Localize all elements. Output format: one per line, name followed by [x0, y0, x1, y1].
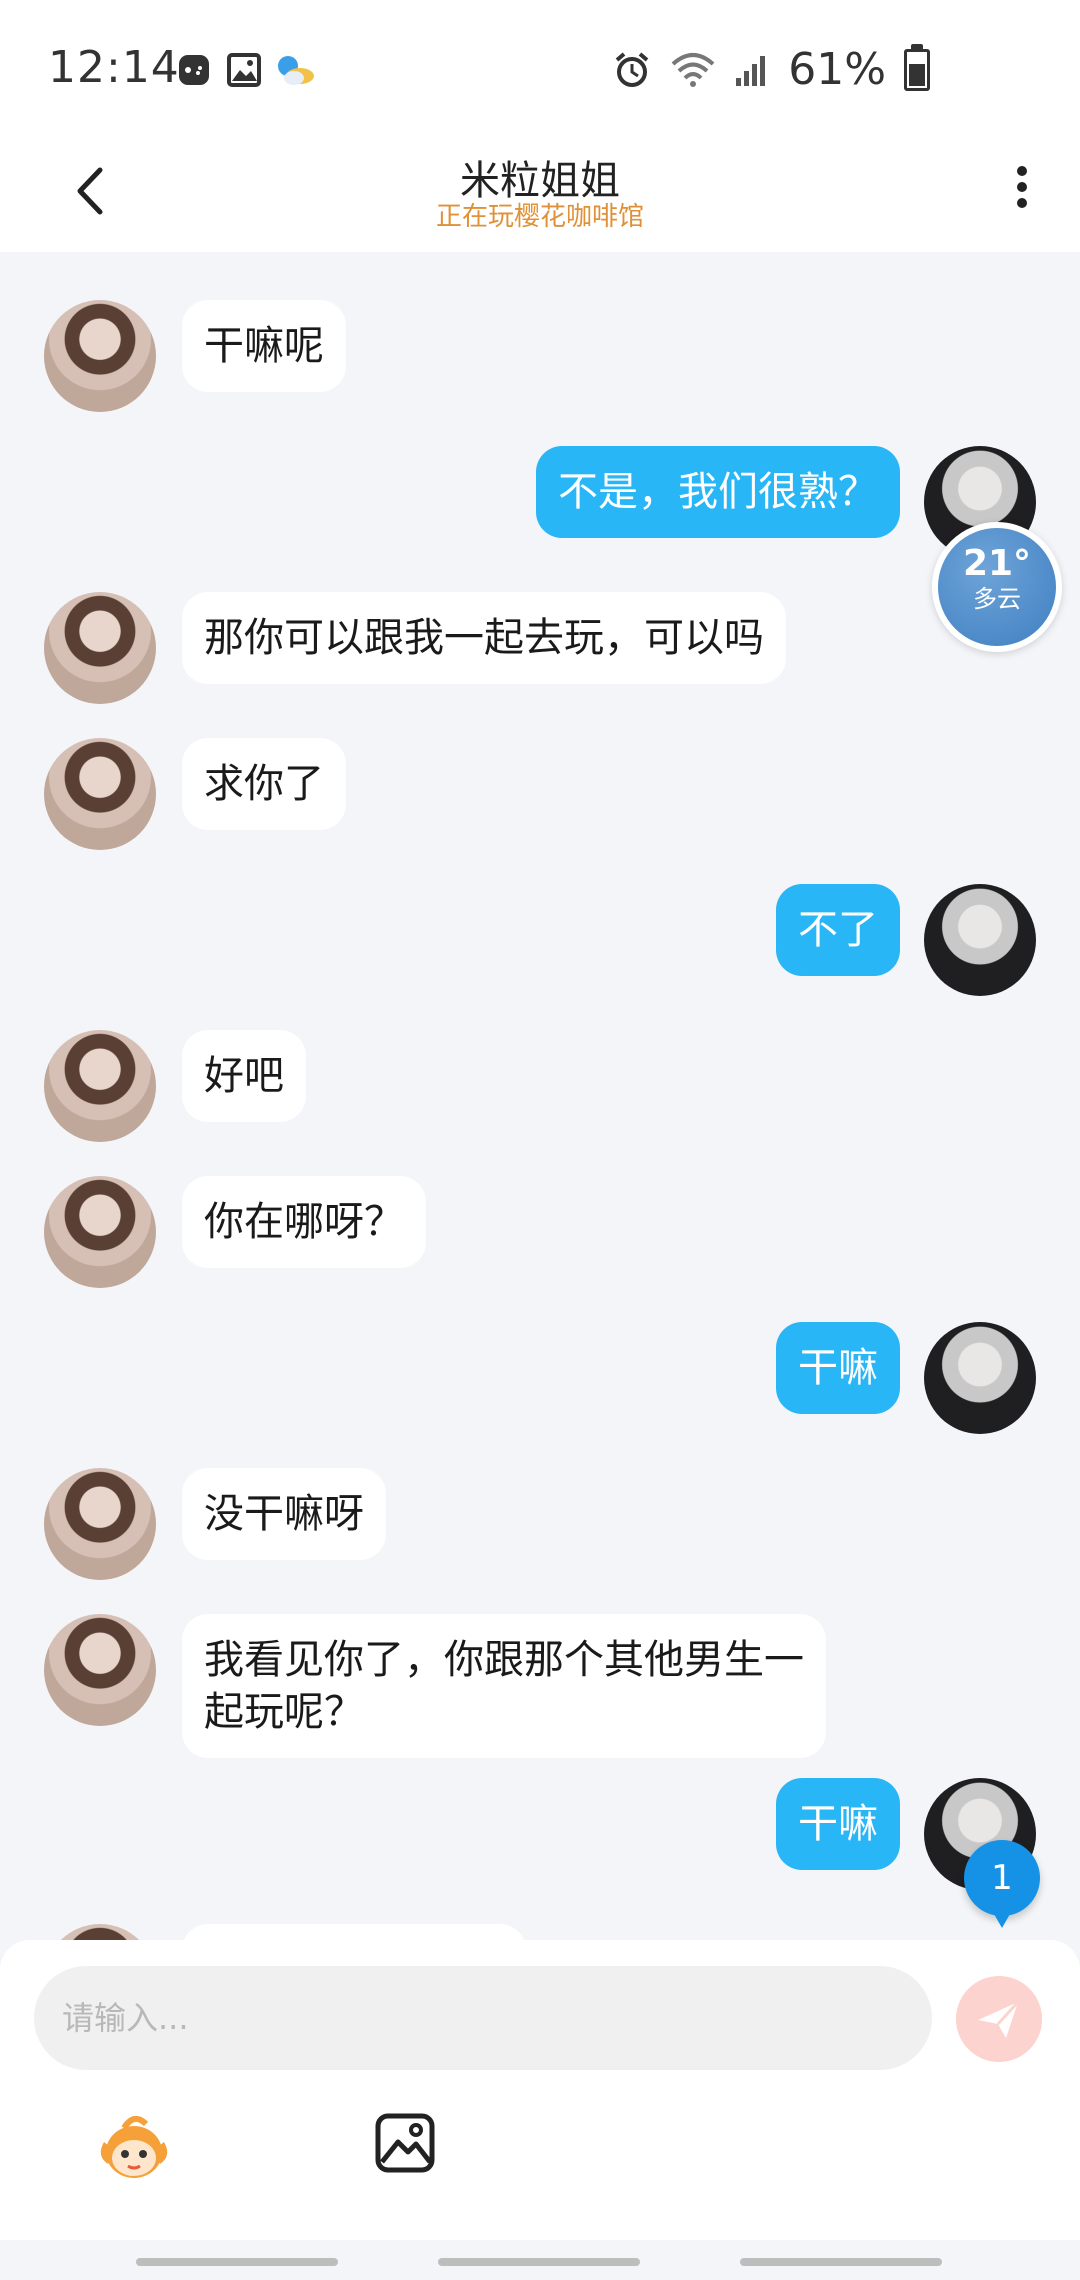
contact-avatar[interactable]: [44, 738, 156, 850]
message-row: 干嘛: [776, 1322, 1036, 1434]
message-bubble: [182, 1924, 526, 1940]
message-row: 我看见你了，你跟那个其他男生一 起玩呢？: [44, 1614, 826, 1758]
message-row: [44, 1924, 526, 1940]
message-bubble: 求你了: [182, 738, 346, 830]
message-bubble: 好吧: [182, 1030, 306, 1122]
status-bar: 12:14 61%: [0, 0, 1080, 130]
wifi-icon: [671, 52, 715, 87]
weather-notification-icon: [278, 56, 314, 85]
message-bubble: 那你可以跟我一起去玩，可以吗: [182, 592, 786, 684]
message-row: 没干嘛呀: [44, 1468, 386, 1580]
contact-avatar[interactable]: [44, 592, 156, 704]
gallery-notification-icon: [227, 53, 261, 87]
system-nav-bar: [0, 2240, 1080, 2280]
nav-pill-right[interactable]: [740, 2258, 942, 2266]
nav-pill-left[interactable]: [136, 2258, 338, 2266]
status-time: 12:14: [48, 42, 180, 93]
contact-avatar[interactable]: [44, 1030, 156, 1142]
weather-widget[interactable]: 21° 多云: [932, 522, 1062, 652]
game-notification-icon: [179, 55, 209, 85]
message-row: 那你可以跟我一起去玩，可以吗: [44, 592, 786, 704]
composer: [0, 1940, 1080, 2240]
message-bubble: 干嘛: [776, 1778, 900, 1870]
weather-temp: 21°: [962, 543, 1032, 584]
contact-avatar[interactable]: [44, 1614, 156, 1726]
message-row: 求你了: [44, 738, 346, 850]
contact-avatar[interactable]: [44, 300, 156, 412]
message-row: 好吧: [44, 1030, 306, 1142]
battery-percent: 61%: [788, 44, 886, 95]
message-bubble: 你在哪呀？: [182, 1176, 426, 1268]
message-list[interactable]: 干嘛呢 不是，我们很熟？ 那你可以跟我一起去玩，可以吗 求你了 不了 好吧 你在…: [0, 252, 1080, 1940]
battery-icon: [904, 43, 930, 91]
my-avatar[interactable]: [924, 884, 1036, 996]
my-avatar[interactable]: [924, 1322, 1036, 1434]
weather-condition: 多云: [973, 585, 1021, 613]
message-bubble: 干嘛呢: [182, 300, 346, 392]
status-right: 61%: [612, 43, 930, 95]
more-options-icon[interactable]: [1002, 160, 1042, 220]
unread-badge[interactable]: 1: [964, 1840, 1040, 1928]
image-picker-icon[interactable]: [374, 2112, 436, 2174]
message-input[interactable]: [34, 1966, 930, 2070]
contact-avatar[interactable]: [44, 1468, 156, 1580]
chat-subtitle: 正在玩樱花咖啡馆: [435, 202, 644, 232]
sticker-mascot-icon[interactable]: [94, 2112, 174, 2182]
message-row: 干嘛呢: [44, 300, 346, 412]
message-row: 不了: [776, 884, 1036, 996]
send-icon[interactable]: [956, 1976, 1042, 2062]
signal-icon: [736, 55, 766, 86]
message-bubble: 没干嘛呀: [182, 1468, 386, 1560]
message-bubble: 不了: [776, 884, 900, 976]
message-input-box[interactable]: [34, 1966, 932, 2070]
nav-pill-center[interactable]: [438, 2258, 640, 2266]
contact-avatar[interactable]: [44, 1924, 156, 1940]
chat-header: 米粒姐姐 正在玩樱花咖啡馆: [0, 130, 1080, 252]
contact-avatar[interactable]: [44, 1176, 156, 1288]
message-row: 你在哪呀？: [44, 1176, 426, 1288]
alarm-icon: [615, 51, 649, 87]
message-bubble: 干嘛: [776, 1322, 900, 1414]
message-bubble: 我看见你了，你跟那个其他男生一 起玩呢？: [182, 1614, 826, 1758]
message-bubble: 不是，我们很熟？: [536, 446, 900, 538]
